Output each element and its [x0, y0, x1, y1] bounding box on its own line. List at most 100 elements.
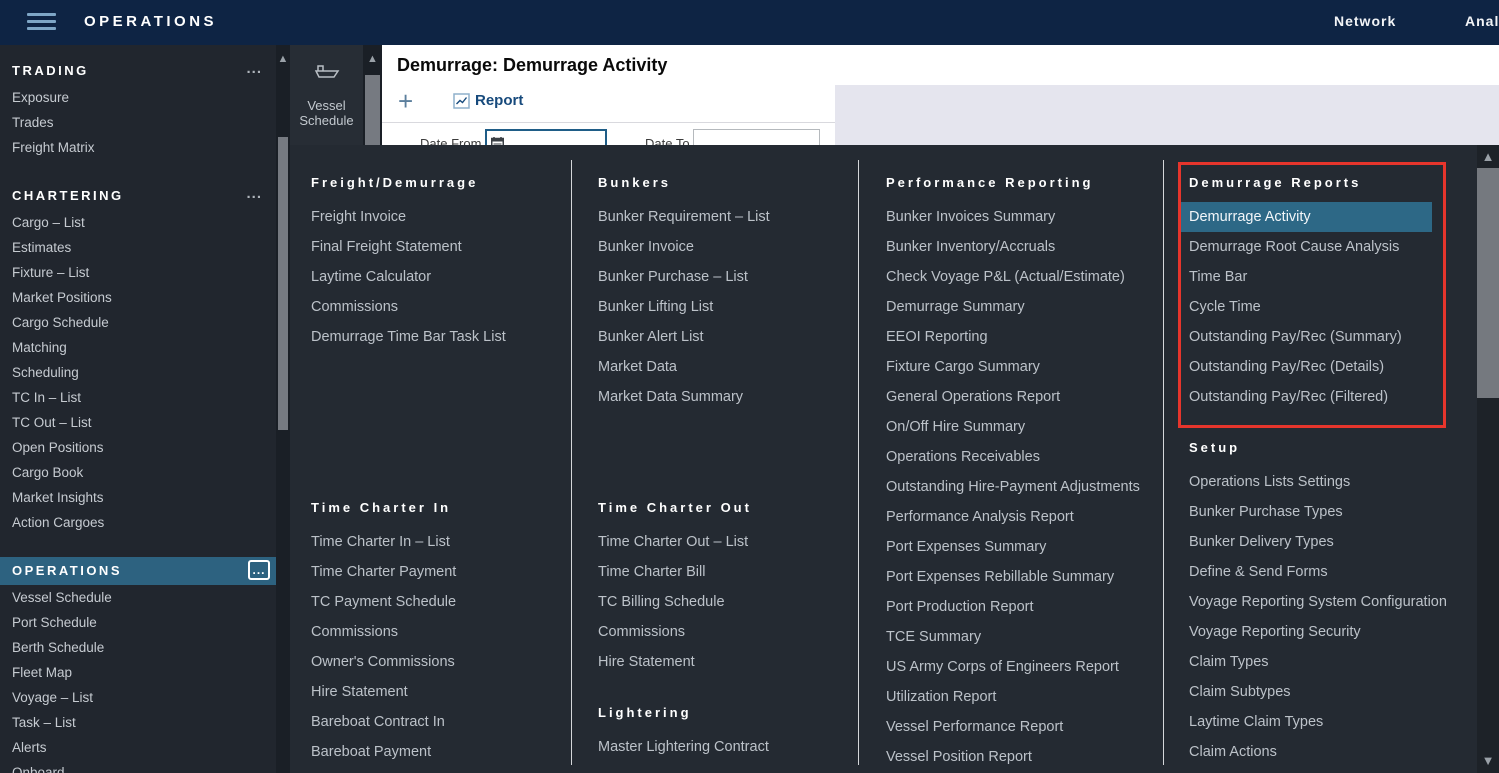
sidebar-item[interactable]: Cargo Book [0, 460, 276, 485]
sidebar-item[interactable]: Fixture – List [0, 260, 276, 285]
menu-item[interactable]: Fixture Cargo Summary [886, 352, 1140, 382]
menu-item[interactable]: Bareboat Payment [311, 737, 456, 767]
menu-item[interactable]: Laytime Calculator [311, 262, 506, 292]
menu-item[interactable]: Claim Subtypes [1189, 677, 1447, 707]
sidebar-item[interactable]: Port Schedule [0, 610, 276, 635]
scrollbar-thumb[interactable] [1477, 168, 1499, 398]
more-options-icon[interactable]: ... [246, 182, 262, 210]
menu-item[interactable]: Bunker Invoice [598, 232, 770, 262]
menu-item[interactable]: Hire Statement [598, 647, 752, 677]
menu-item[interactable]: Cycle Time [1189, 292, 1432, 322]
menu-item[interactable]: Bunker Invoices Summary [886, 202, 1140, 232]
menu-item[interactable]: Time Charter Payment [311, 557, 456, 587]
sidebar-item[interactable]: Trades [0, 110, 276, 135]
menu-item[interactable]: Market Data [598, 352, 770, 382]
scrollbar-thumb[interactable] [278, 137, 288, 430]
menu-item[interactable]: Utilization Report [886, 682, 1140, 712]
menu-item[interactable]: Demurrage Root Cause Analysis [1189, 232, 1432, 262]
nav-link-analytics[interactable]: Analytics [1465, 13, 1499, 29]
menu-item[interactable]: Voyage Reporting Security [1189, 617, 1447, 647]
nav-link-network[interactable]: Network [1334, 13, 1396, 29]
menu-item[interactable]: Time Bar [1189, 262, 1432, 292]
sidebar-section-title-active[interactable]: OPERATIONS ... [0, 557, 276, 585]
menu-item[interactable]: General Operations Report [886, 382, 1140, 412]
menu-item[interactable]: Vessel Position Report [886, 742, 1140, 772]
sidebar-item[interactable]: Open Positions [0, 435, 276, 460]
sidebar-item[interactable]: Voyage – List [0, 685, 276, 710]
menu-item[interactable]: Freight Invoice [311, 202, 506, 232]
menu-item[interactable]: Bunker Delivery Types [1189, 527, 1447, 557]
menu-item[interactable]: Performance Analysis Report [886, 502, 1140, 532]
sidebar-item[interactable]: Freight Matrix [0, 135, 276, 160]
menu-item[interactable]: TC Billing Schedule [598, 587, 752, 617]
menu-item[interactable]: EEOI Reporting [886, 322, 1140, 352]
menu-item[interactable]: Outstanding Pay/Rec (Details) [1189, 352, 1432, 382]
menu-item[interactable]: On/Off Hire Summary [886, 412, 1140, 442]
sidebar-item[interactable]: Vessel Schedule [0, 585, 276, 610]
menu-item[interactable]: Bunker Purchase Types [1189, 497, 1447, 527]
sidebar-item[interactable]: Onboard [0, 760, 276, 773]
menu-item[interactable]: Bunker Purchase – List [598, 262, 770, 292]
sidebar-item[interactable]: Estimates [0, 235, 276, 260]
sidebar-item[interactable]: TC Out – List [0, 410, 276, 435]
menu-item[interactable]: Claim Actions [1189, 737, 1447, 767]
menu-item[interactable]: US Army Corps of Engineers Report [886, 652, 1140, 682]
rail-tab-vessel-schedule[interactable]: VesselSchedule [290, 98, 363, 128]
more-options-icon[interactable]: ... [248, 560, 270, 580]
sidebar-item[interactable]: Task – List [0, 710, 276, 735]
menu-item[interactable]: Vessel Performance Report [886, 712, 1140, 742]
menu-item[interactable]: Demurrage Summary [886, 292, 1140, 322]
sidebar-item[interactable]: TC In – List [0, 385, 276, 410]
menu-item[interactable]: Owner's Commissions [311, 647, 456, 677]
scroll-up-icon[interactable]: ▲ [1477, 147, 1499, 167]
menu-item[interactable]: Bunker Inventory/Accruals [886, 232, 1140, 262]
menu-item[interactable]: Market Data Summary [598, 382, 770, 412]
more-options-icon[interactable]: ... [246, 57, 262, 85]
menu-item[interactable]: Operations Receivables [886, 442, 1140, 472]
sidebar-item[interactable]: Action Cargoes [0, 510, 276, 535]
menu-item[interactable]: TCE Summary [886, 622, 1140, 652]
menu-item[interactable]: Port Expenses Summary [886, 532, 1140, 562]
menu-item[interactable]: Operations Lists Settings [1189, 467, 1447, 497]
menu-item[interactable]: Outstanding Hire-Payment Adjustments [886, 472, 1140, 502]
menu-item[interactable]: TC Payment Schedule [311, 587, 456, 617]
menu-item[interactable]: Bunker Alert List [598, 322, 770, 352]
sidebar-scrollbar[interactable]: ▲ [276, 45, 290, 773]
menu-item[interactable]: Commissions [311, 292, 506, 322]
menu-item[interactable]: Check Voyage P&L (Actual/Estimate) [886, 262, 1140, 292]
menu-item[interactable]: Demurrage Activity [1180, 202, 1432, 232]
menu-item[interactable]: Hire Statement [311, 677, 456, 707]
report-button[interactable]: Report [453, 92, 523, 109]
sidebar-item[interactable]: Exposure [0, 85, 276, 110]
menu-item[interactable]: Claim Types [1189, 647, 1447, 677]
menu-item[interactable]: Final Freight Statement [311, 232, 506, 262]
menu-item[interactable]: Time Charter Out – List [598, 527, 752, 557]
sidebar-item[interactable]: Fleet Map [0, 660, 276, 685]
scroll-up-icon[interactable]: ▲ [276, 50, 290, 68]
menu-item[interactable]: Voyage Reporting System Configuration [1189, 587, 1447, 617]
menu-item[interactable]: Laytime Claim Types [1189, 707, 1447, 737]
menu-item[interactable]: Bareboat Contract In [311, 707, 456, 737]
menu-item[interactable]: Define & Send Forms [1189, 557, 1447, 587]
sidebar-item[interactable]: Cargo – List [0, 210, 276, 235]
sidebar-item[interactable]: Matching [0, 335, 276, 360]
menu-item[interactable]: Bunker Lifting List [598, 292, 770, 322]
menu-item[interactable]: Port Production Report [886, 592, 1140, 622]
hamburger-menu-icon[interactable] [27, 13, 56, 32]
menu-item[interactable]: Commissions [598, 617, 752, 647]
menu-item[interactable]: Outstanding Pay/Rec (Filtered) [1189, 382, 1432, 412]
menu-scrollbar[interactable]: ▲ ▼ [1477, 145, 1499, 773]
menu-item[interactable]: Commissions [311, 617, 456, 647]
sidebar-item[interactable]: Market Positions [0, 285, 276, 310]
menu-item[interactable]: Time Charter Bill [598, 557, 752, 587]
scroll-down-icon[interactable]: ▼ [1477, 751, 1499, 771]
menu-item[interactable]: Port Expenses Rebillable Summary [886, 562, 1140, 592]
menu-item[interactable]: Demurrage Time Bar Task List [311, 322, 506, 352]
sidebar-item[interactable]: Cargo Schedule [0, 310, 276, 335]
sidebar-item[interactable]: Market Insights [0, 485, 276, 510]
sidebar-item[interactable]: Scheduling [0, 360, 276, 385]
menu-item[interactable]: Outstanding Pay/Rec (Summary) [1189, 322, 1432, 352]
menu-item[interactable]: Time Charter In – List [311, 527, 456, 557]
menu-item[interactable]: Master Lightering Contract [598, 732, 769, 762]
sidebar-item[interactable]: Berth Schedule [0, 635, 276, 660]
